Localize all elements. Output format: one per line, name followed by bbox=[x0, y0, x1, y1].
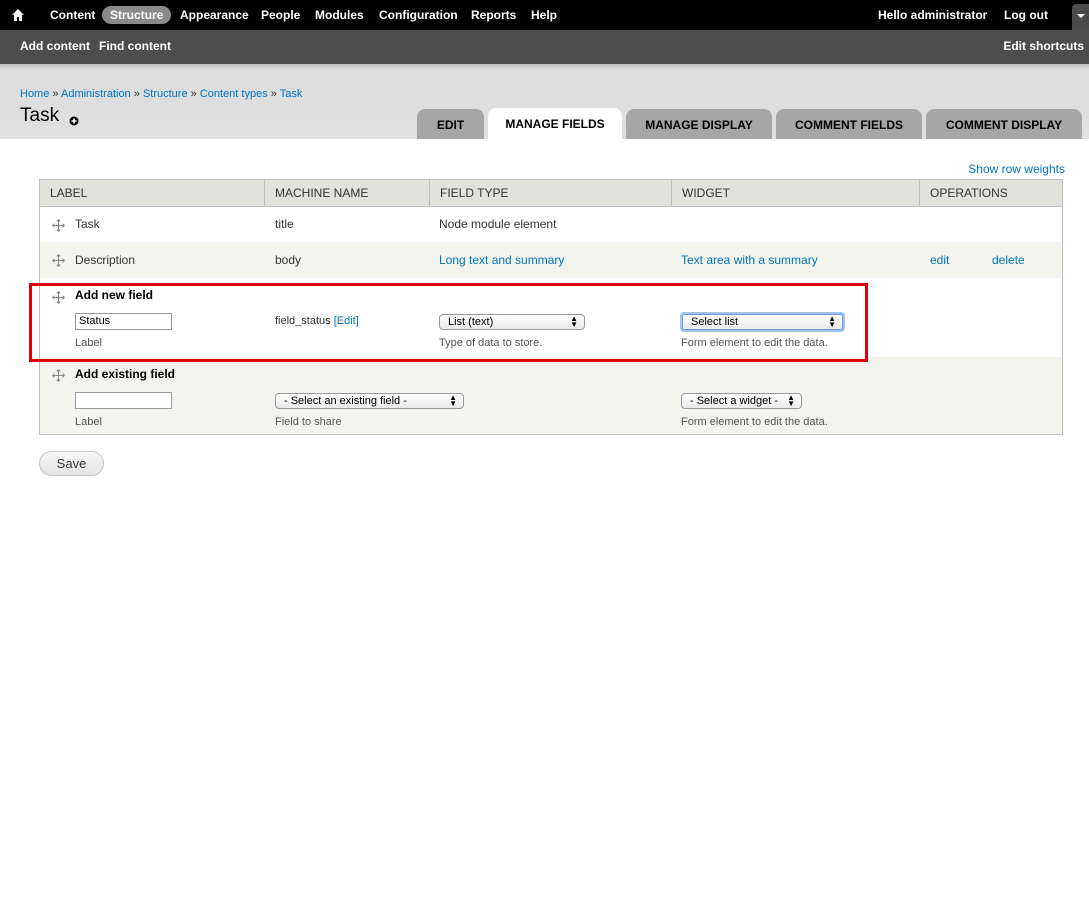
widget-link[interactable]: Text area with a summary bbox=[681, 253, 818, 267]
chevron-down-icon bbox=[1077, 14, 1085, 18]
toolbar-reports[interactable]: Reports bbox=[471, 0, 516, 30]
breadcrumb-separator: » bbox=[270, 88, 277, 100]
column-header-machine-name: MACHINE NAME bbox=[265, 180, 430, 206]
breadcrumb-separator: » bbox=[52, 88, 59, 100]
breadcrumb-content-types[interactable]: Content types bbox=[200, 88, 268, 100]
logout-link[interactable]: Log out bbox=[1004, 0, 1048, 30]
table-row: Task title Node module element bbox=[40, 207, 1062, 242]
column-header-widget: WIDGET bbox=[672, 180, 920, 206]
breadcrumb-structure[interactable]: Structure bbox=[143, 88, 188, 100]
breadcrumb-home[interactable]: Home bbox=[20, 88, 49, 100]
tab-comment-fields[interactable]: COMMENT FIELDS bbox=[776, 109, 922, 139]
select-value: - Select an existing field - bbox=[284, 395, 407, 407]
drag-handle-icon[interactable] bbox=[52, 219, 65, 232]
shortcut-find-content[interactable]: Find content bbox=[99, 30, 171, 62]
field-label: Description bbox=[75, 253, 136, 267]
username-link[interactable]: administrator bbox=[911, 8, 988, 22]
add-shortcut-icon[interactable] bbox=[69, 116, 79, 126]
page-header: Home » Administration » Structure » Cont… bbox=[0, 64, 1089, 139]
field-machine-name: title bbox=[275, 217, 294, 231]
add-existing-field-title: Add existing field bbox=[75, 367, 176, 381]
home-icon[interactable] bbox=[12, 0, 26, 30]
select-value: - Select a widget - bbox=[690, 395, 779, 407]
drag-handle-icon[interactable] bbox=[52, 254, 65, 267]
toolbar-help[interactable]: Help bbox=[531, 0, 557, 30]
field-label: Task bbox=[75, 217, 100, 231]
tab-manage-display[interactable]: MANAGE DISPLAY bbox=[626, 109, 772, 139]
add-existing-field-row: Add existing field Label - Select an exi… bbox=[40, 357, 1062, 434]
table-header: LABEL MACHINE NAME FIELD TYPE WIDGET OPE… bbox=[40, 180, 1062, 207]
breadcrumb-task[interactable]: Task bbox=[280, 88, 303, 100]
tab-edit[interactable]: EDIT bbox=[417, 109, 484, 139]
table-row: Description body Long text and summary T… bbox=[40, 242, 1062, 278]
shortcuts-bar: Add content Find content Edit shortcuts bbox=[0, 30, 1089, 64]
column-header-label: LABEL bbox=[40, 180, 265, 206]
shortcuts-drawer-toggle[interactable] bbox=[1072, 4, 1089, 30]
user-greeting: Hello administrator bbox=[878, 0, 987, 30]
tab-comment-display[interactable]: COMMENT DISPLAY bbox=[926, 109, 1082, 139]
breadcrumb-administration[interactable]: Administration bbox=[61, 88, 131, 100]
toolbar-people[interactable]: People bbox=[261, 0, 300, 30]
field-type-link[interactable]: Long text and summary bbox=[439, 253, 564, 267]
breadcrumb-separator: » bbox=[133, 88, 140, 100]
field-type: Node module element bbox=[439, 217, 557, 231]
show-row-weights-link[interactable]: Show row weights bbox=[968, 162, 1065, 176]
tab-manage-fields[interactable]: MANAGE FIELDS bbox=[488, 108, 622, 139]
edit-link[interactable]: edit bbox=[930, 253, 949, 267]
toolbar-modules[interactable]: Modules bbox=[315, 0, 364, 30]
column-header-operations: OPERATIONS bbox=[930, 186, 1008, 200]
drag-handle-icon[interactable] bbox=[52, 369, 65, 382]
edit-shortcuts-link[interactable]: Edit shortcuts bbox=[1003, 30, 1084, 62]
toolbar-configuration[interactable]: Configuration bbox=[379, 0, 458, 30]
toolbar-appearance[interactable]: Appearance bbox=[180, 0, 249, 30]
admin-toolbar: Content Structure Appearance People Modu… bbox=[0, 0, 1089, 30]
breadcrumb-separator: » bbox=[190, 88, 197, 100]
existing-widget-select[interactable]: - Select a widget - ▲ ▼ bbox=[681, 393, 802, 409]
page-title: Task bbox=[20, 105, 60, 126]
column-header-field-type: FIELD TYPE bbox=[430, 180, 672, 206]
toolbar-structure[interactable]: Structure bbox=[102, 6, 172, 24]
existing-widget-description: Form element to edit the data. bbox=[681, 416, 828, 428]
select-arrows-icon: ▲ ▼ bbox=[449, 393, 457, 408]
breadcrumb: Home » Administration » Structure » Cont… bbox=[20, 88, 302, 100]
greeting-prefix: Hello bbox=[878, 8, 911, 22]
existing-field-label-description: Label bbox=[75, 416, 102, 428]
save-button[interactable]: Save bbox=[39, 451, 104, 476]
toolbar-content[interactable]: Content bbox=[50, 0, 95, 30]
existing-field-label-input[interactable] bbox=[75, 392, 172, 409]
field-machine-name: body bbox=[275, 253, 302, 267]
highlight-annotation-box bbox=[29, 283, 868, 362]
select-arrows-icon: ▲ ▼ bbox=[787, 393, 795, 408]
shortcut-add-content[interactable]: Add content bbox=[20, 30, 90, 62]
existing-field-select[interactable]: - Select an existing field - ▲ ▼ bbox=[275, 393, 464, 409]
delete-link[interactable]: delete bbox=[992, 253, 1025, 267]
existing-field-description: Field to share bbox=[275, 416, 342, 428]
